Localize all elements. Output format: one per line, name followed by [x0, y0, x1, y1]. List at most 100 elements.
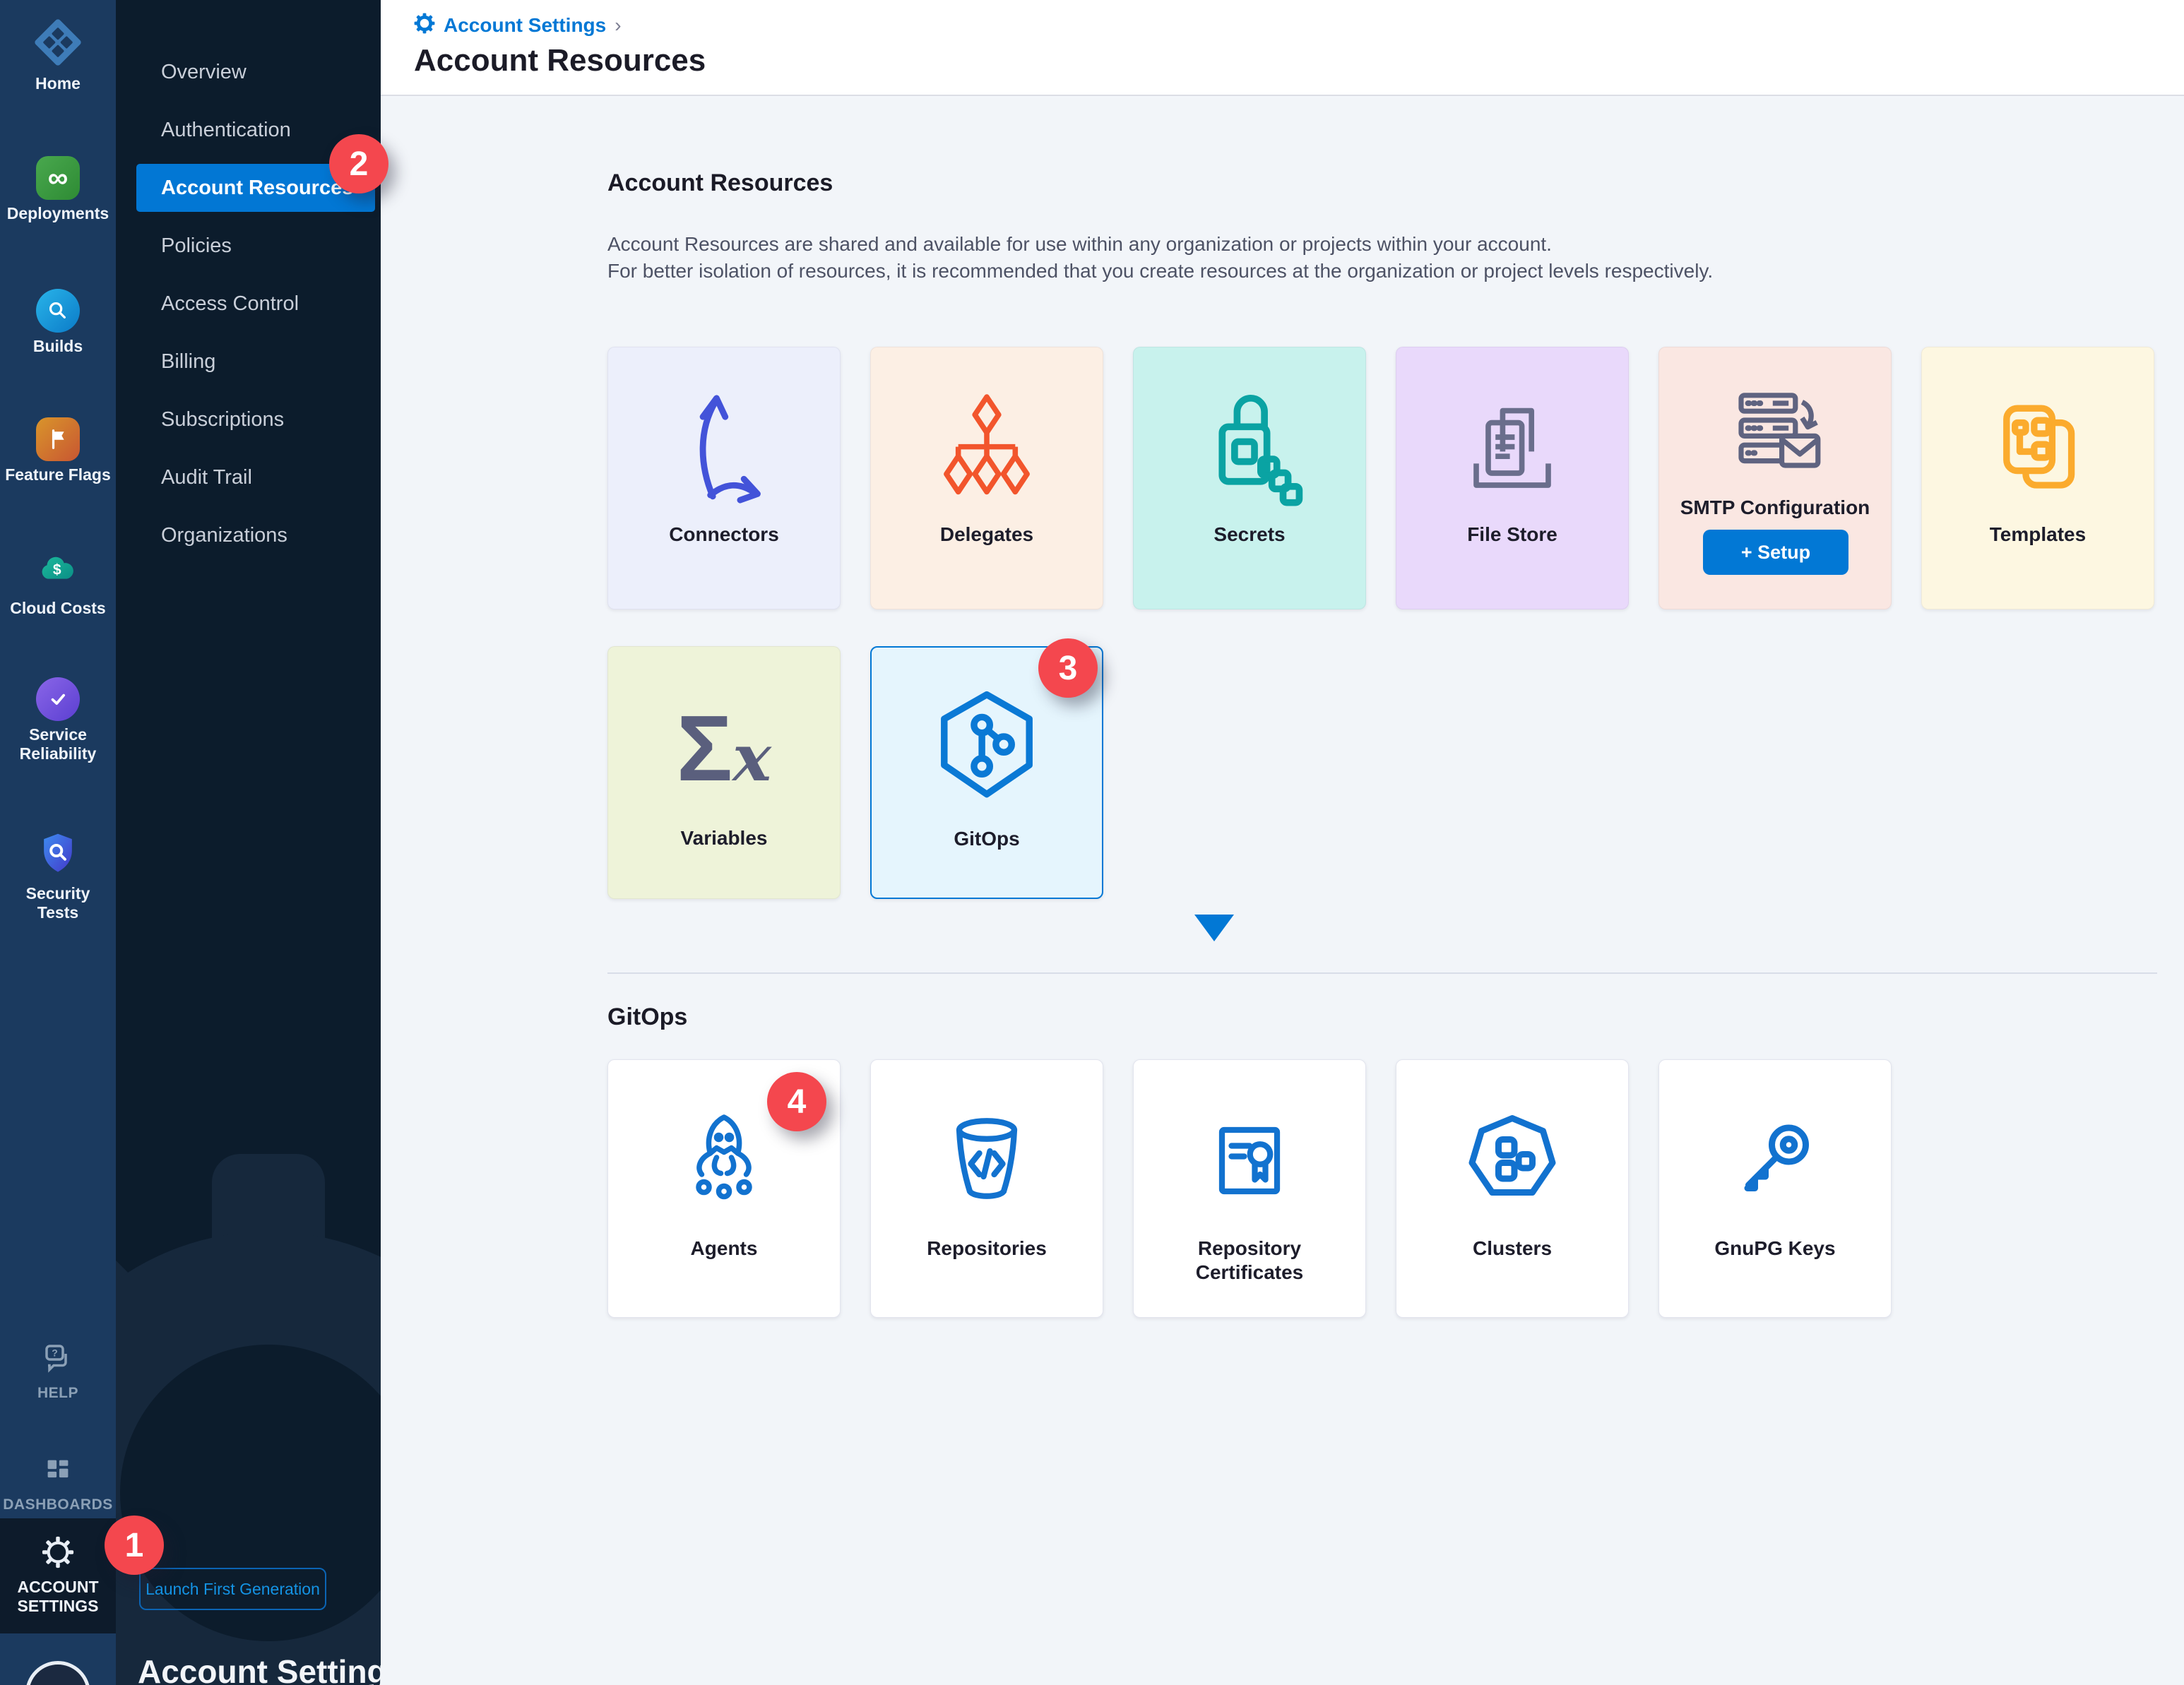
card-label: Agents — [608, 1237, 840, 1261]
card-gnupg-keys[interactable]: GnuPG Keys — [1658, 1059, 1892, 1318]
card-label: SMTP Configuration — [1659, 496, 1891, 520]
gitops-icon — [872, 681, 1102, 817]
sidebar-item-access-control[interactable]: Access Control — [116, 280, 381, 328]
deployments-icon: ∞ — [0, 156, 116, 200]
rail-item-deployments[interactable]: ∞ Deployments — [0, 156, 116, 223]
card-label: Repository Certificates — [1134, 1237, 1365, 1285]
card-variables[interactable]: Σx Variables — [607, 646, 841, 899]
rail-item-service-reliability[interactable]: Service Reliability — [0, 677, 116, 763]
sidebar-item-audit-trail[interactable]: Audit Trail — [116, 453, 381, 501]
sidebar-item-overview[interactable]: Overview — [116, 48, 381, 96]
svg-text:?: ? — [52, 1347, 58, 1359]
feature-flags-icon — [0, 417, 116, 461]
sidebar-item-account-settings[interactable]: ACCOUNT SETTINGS — [0, 1518, 116, 1633]
rail-item-security-tests[interactable]: Security Tests — [0, 830, 116, 922]
card-label: Secrets — [1134, 523, 1365, 547]
sidebar-item-organizations[interactable]: Organizations — [116, 511, 381, 559]
repositories-icon — [871, 1094, 1103, 1229]
rail-item-label: Deployments — [0, 204, 116, 223]
page-title: Account Resources — [414, 43, 2184, 78]
service-reliability-icon — [0, 677, 116, 721]
svg-text:$: $ — [53, 561, 61, 578]
rail-item-builds[interactable]: Builds — [0, 289, 116, 356]
card-templates[interactable]: Templates — [1921, 347, 2154, 609]
gitops-pointer-icon — [1194, 915, 1234, 941]
rail-item-label: Builds — [0, 337, 116, 356]
main-area: Account Settings › Account Resources Acc… — [381, 0, 2184, 1685]
card-repositories[interactable]: Repositories — [870, 1059, 1103, 1318]
templates-icon — [1922, 381, 2154, 517]
card-secrets[interactable]: Secrets — [1133, 347, 1366, 609]
gnupg-keys-icon — [1659, 1094, 1891, 1229]
card-label: Variables — [608, 826, 840, 850]
repository-certificates-icon — [1134, 1094, 1365, 1229]
variables-icon: Σx — [608, 681, 840, 816]
gear-icon — [414, 13, 435, 37]
page-header: Account Settings › Account Resources — [381, 0, 2184, 96]
sidebar-item-billing[interactable]: Billing — [116, 338, 381, 386]
avatar[interactable]: MC — [25, 1661, 90, 1685]
rail-item-home[interactable]: Home — [0, 18, 116, 93]
smtp-icon — [1659, 371, 1891, 492]
card-label: Templates — [1922, 523, 2154, 547]
harness-logo-icon — [0, 18, 116, 70]
rail-item-cloud-costs[interactable]: $ Cloud Costs — [0, 547, 116, 618]
card-delegates[interactable]: Delegates — [870, 347, 1103, 609]
rail-item-feature-flags[interactable]: Feature Flags — [0, 417, 116, 484]
breadcrumb-account-settings-link[interactable]: Account Settings — [444, 14, 606, 37]
annotation-badge-2: 2 — [329, 134, 388, 193]
gear-icon — [42, 1536, 74, 1572]
gitops-heading: GitOps — [607, 1004, 2157, 1031]
sidebar-item-policies[interactable]: Policies — [116, 222, 381, 270]
secrets-icon — [1134, 381, 1365, 517]
rail-item-label: HELP — [0, 1383, 116, 1403]
resource-cards-row-2: Σx Variables GitOps — [607, 646, 2157, 899]
rail-item-label: Service Reliability — [0, 725, 116, 763]
card-label: GitOps — [872, 827, 1102, 851]
card-smtp-configuration[interactable]: SMTP Configuration + Setup — [1658, 347, 1892, 609]
account-settings-label-line2: SETTINGS — [17, 1597, 98, 1616]
card-label: Repositories — [871, 1237, 1103, 1261]
breadcrumb: Account Settings › — [381, 0, 2184, 37]
card-label: GnuPG Keys — [1659, 1237, 1891, 1261]
connectors-icon — [608, 381, 840, 517]
left-rail: ACCOUNT SETTINGS MC Home ∞ Deployments Buil… — [0, 0, 116, 1685]
card-file-store[interactable]: File Store — [1396, 347, 1629, 609]
description-line-1: Account Resources are shared and availab… — [607, 231, 2157, 258]
card-label: File Store — [1396, 523, 1628, 547]
smtp-setup-button[interactable]: + Setup — [1703, 530, 1848, 575]
annotation-badge-3: 3 — [1038, 638, 1098, 698]
rail-item-label: Home — [0, 74, 116, 93]
card-connectors[interactable]: Connectors — [607, 347, 841, 609]
help-icon: ? — [0, 1340, 116, 1379]
annotation-badge-4: 4 — [767, 1072, 826, 1131]
card-label: Delegates — [871, 523, 1103, 547]
sidebar-item-subscriptions[interactable]: Subscriptions — [116, 395, 381, 443]
rail-item-help[interactable]: ? HELP — [0, 1340, 116, 1403]
card-repository-certificates[interactable]: Repository Certificates — [1133, 1059, 1366, 1318]
rail-item-label: Security Tests — [0, 884, 116, 922]
section-description: Account Resources are shared and availab… — [607, 231, 2157, 285]
file-store-icon — [1396, 381, 1628, 517]
breadcrumb-chevron-icon: › — [615, 14, 621, 37]
app-root: ACCOUNT SETTINGS MC Home ∞ Deployments Buil… — [0, 0, 2184, 1685]
launch-first-generation-button[interactable]: Launch First Generation — [139, 1568, 326, 1610]
sidebar-footer-title: Account Settings — [138, 1653, 381, 1685]
annotation-badge-1: 1 — [105, 1516, 164, 1575]
card-label: Clusters — [1396, 1237, 1628, 1261]
card-clusters[interactable]: Clusters — [1396, 1059, 1629, 1318]
description-line-2: For better isolation of resources, it is… — [607, 258, 2157, 285]
card-label: Connectors — [608, 523, 840, 547]
builds-icon — [0, 289, 116, 333]
rail-item-label: Cloud Costs — [0, 599, 116, 618]
security-tests-icon — [0, 830, 116, 880]
dashboards-icon — [0, 1453, 116, 1491]
resource-cards-row-1: Connectors Delegates Secrets File Store SMTP… — [607, 347, 2157, 609]
content: Account Resources Account Resources are … — [381, 97, 2184, 1685]
delegates-icon — [871, 381, 1103, 517]
rail-item-label: Feature Flags — [0, 465, 116, 484]
settings-sidebar: Launch First Generation Account Settings… — [116, 0, 381, 1685]
rail-item-label: DASHBOARDS — [0, 1495, 116, 1514]
account-settings-label-line1: ACCOUNT — [18, 1578, 99, 1597]
rail-item-dashboards[interactable]: DASHBOARDS — [0, 1453, 116, 1514]
